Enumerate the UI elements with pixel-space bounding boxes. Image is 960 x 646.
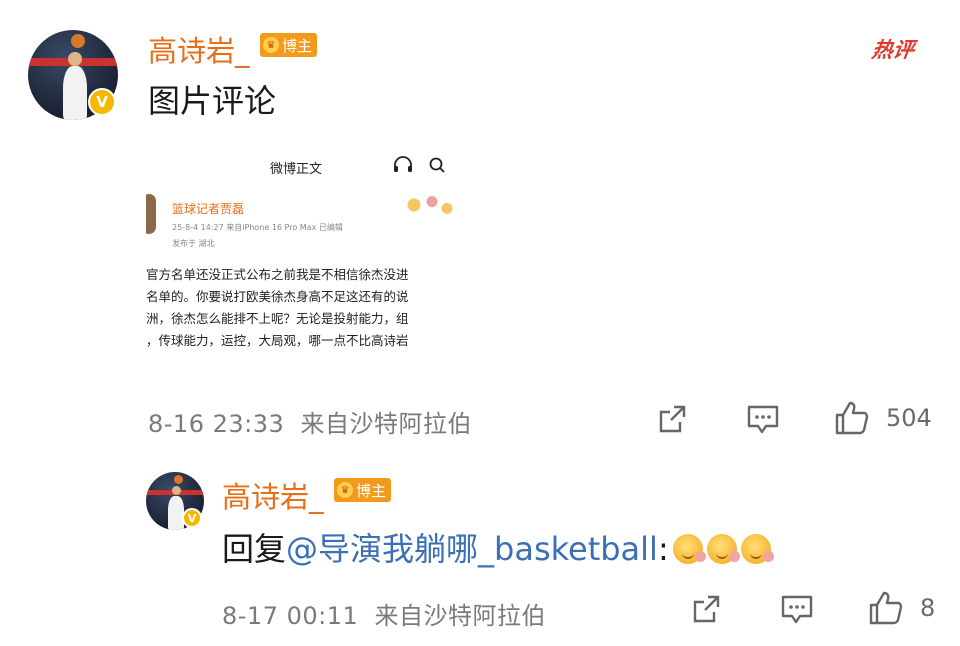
image-text-line: 名单的。你要说打欧美徐杰身高不足这还有的说 (146, 289, 409, 304)
reply-prefix: 回复 (222, 530, 287, 568)
username[interactable]: 高诗岩_ (148, 28, 250, 70)
reply-like-count: 8 (920, 594, 936, 622)
blogger-badge-label: 博主 (282, 36, 313, 55)
like-button[interactable] (834, 400, 870, 436)
reply-badge-label: 博主 (356, 481, 387, 500)
image-author-avatar (146, 194, 156, 234)
image-text-line: 洲，徐杰怎么能排不上呢？无论是投射能力，组 (146, 311, 409, 326)
share-button[interactable] (656, 402, 690, 436)
like-count: 504 (886, 404, 932, 432)
reply-blogger-badge: ♛ 博主 (334, 478, 392, 502)
image-decoration (396, 188, 456, 222)
comment-icon (747, 405, 779, 434)
search-icon (428, 156, 446, 178)
image-text-line: 官方名单还没正式公布之前我是不相信徐杰没进 (146, 267, 409, 282)
crown-icon: ♛ (263, 37, 279, 53)
share-icon (693, 595, 720, 623)
emoji-yummy (740, 534, 774, 564)
reply-meta: 8-17 00:11 来自沙特阿拉伯 (222, 596, 546, 631)
image-author: 篮球记者贾磊 (172, 202, 245, 216)
comment-text: 图片评论 (148, 82, 277, 120)
headphones-icon (392, 156, 414, 178)
like-icon (869, 591, 903, 625)
timestamp: 8-16 23:33 (148, 410, 285, 438)
mention-link[interactable]: @导演我躺哪_basketball (286, 530, 658, 568)
reply-share-button[interactable] (690, 592, 724, 626)
share-icon (659, 405, 686, 433)
image-text-line: ，传球能力，运控，大局观，哪一点不比高诗岩 (146, 333, 409, 348)
comment-icon (781, 595, 813, 624)
comment-image[interactable]: 微博正文 篮球记者贾磊 25-8-4 14:27 来自iPhone 16 Pro… (146, 150, 456, 372)
emoji-yummy (706, 534, 740, 564)
reply-colon: : (657, 530, 669, 568)
hot-comment-tag: 热评 (870, 38, 916, 62)
image-meta: 25-8-4 14:27 来自iPhone 16 Pro Max 已编辑 (172, 223, 343, 232)
image-header-title: 微博正文 (270, 162, 323, 177)
comment-meta: 8-16 23:33 来自沙特阿拉伯 (148, 404, 472, 439)
blogger-badge: ♛ 博主 (260, 33, 318, 57)
reply-timestamp: 8-17 00:11 (222, 602, 359, 630)
crown-icon: ♛ (337, 482, 353, 498)
reply-like-button[interactable] (868, 590, 904, 626)
comment-button[interactable] (746, 404, 780, 436)
location: 来自沙特阿拉伯 (300, 410, 473, 438)
image-meta-location: 发布于 湖北 (172, 239, 215, 248)
reply-text: 回复@导演我躺哪_basketball: (222, 524, 774, 570)
like-icon (835, 401, 869, 435)
reply-location: 来自沙特阿拉伯 (374, 602, 547, 630)
reply-comment-button[interactable] (780, 594, 814, 626)
verified-icon: V (182, 508, 202, 528)
reply-username[interactable]: 高诗岩_ (222, 474, 324, 516)
verified-icon: V (88, 88, 116, 116)
emoji-yummy (672, 534, 706, 564)
